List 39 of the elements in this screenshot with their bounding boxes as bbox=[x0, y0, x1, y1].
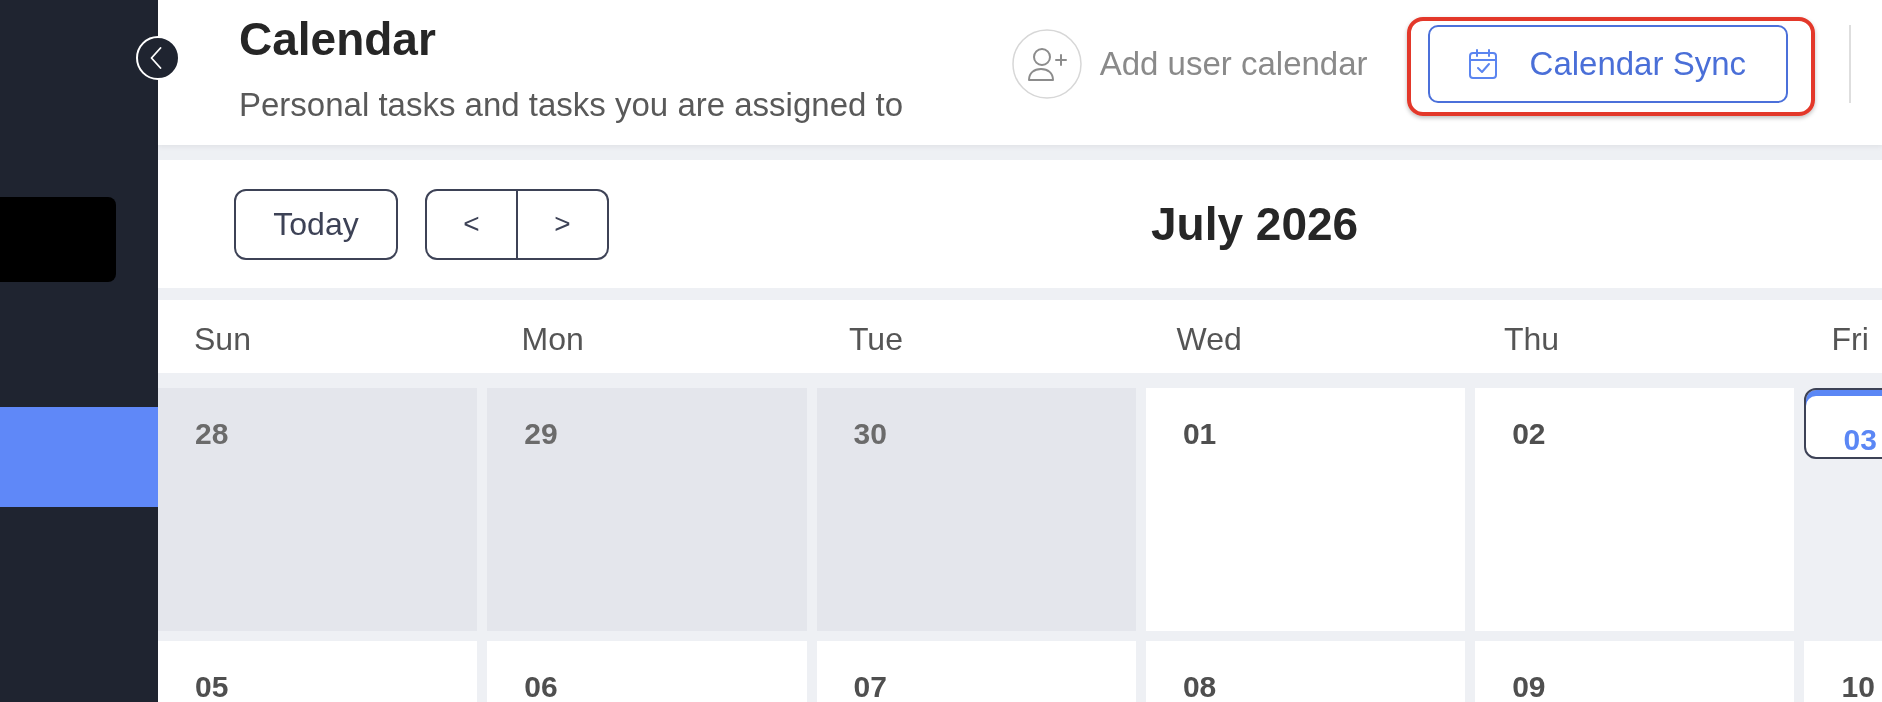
weekday-label: Fri bbox=[1831, 321, 1869, 358]
day-cell[interactable]: 05 bbox=[158, 641, 478, 702]
month-title: July 2026 bbox=[1151, 197, 1359, 251]
previous-month-button[interactable]: < bbox=[425, 188, 518, 260]
day-number: 05 bbox=[195, 672, 229, 702]
day-cell[interactable]: 28 bbox=[158, 388, 478, 631]
day-number: 30 bbox=[853, 419, 887, 449]
next-month-button[interactable]: > bbox=[518, 188, 609, 260]
day-cell[interactable]: 06 bbox=[487, 641, 807, 702]
page-subtitle: Personal tasks and tasks you are assigned to bbox=[239, 85, 904, 125]
add-user-icon bbox=[1011, 29, 1082, 99]
weekday-label: Thu bbox=[1504, 321, 1560, 358]
calendar-check-icon bbox=[1466, 48, 1499, 80]
day-number: 06 bbox=[524, 672, 558, 702]
weekday-label: Wed bbox=[1176, 321, 1242, 358]
day-cell[interactable]: 09 bbox=[1475, 641, 1795, 702]
day-number: 01 bbox=[1182, 419, 1217, 449]
page-title: Calendar bbox=[239, 13, 437, 66]
chevron-left-icon bbox=[150, 47, 162, 69]
day-number: 10 bbox=[1841, 672, 1875, 702]
weekday-label: Sun bbox=[194, 321, 251, 358]
weekday-label: Mon bbox=[521, 321, 584, 358]
day-number: 03 bbox=[1843, 425, 1877, 455]
calendar-sync-button[interactable]: Calendar Sync bbox=[1427, 25, 1788, 103]
day-number: 28 bbox=[195, 419, 229, 449]
day-cell[interactable]: 30 bbox=[816, 388, 1136, 631]
today-button[interactable]: Today bbox=[234, 188, 398, 260]
day-number: 02 bbox=[1512, 419, 1546, 449]
day-number: 08 bbox=[1182, 672, 1217, 702]
weekday-label: Tue bbox=[849, 321, 903, 358]
day-cell[interactable]: 10 bbox=[1804, 641, 1882, 702]
day-cell[interactable]: 01 bbox=[1145, 388, 1466, 631]
day-cell[interactable]: 08 bbox=[1145, 641, 1466, 702]
day-number: 07 bbox=[853, 672, 887, 702]
day-cell[interactable]: 02 bbox=[1475, 388, 1795, 631]
day-cell[interactable]: 29 bbox=[487, 388, 807, 631]
day-cell[interactable]: 07 bbox=[816, 641, 1136, 702]
day-number: 29 bbox=[524, 419, 558, 449]
day-number: 09 bbox=[1512, 672, 1546, 702]
